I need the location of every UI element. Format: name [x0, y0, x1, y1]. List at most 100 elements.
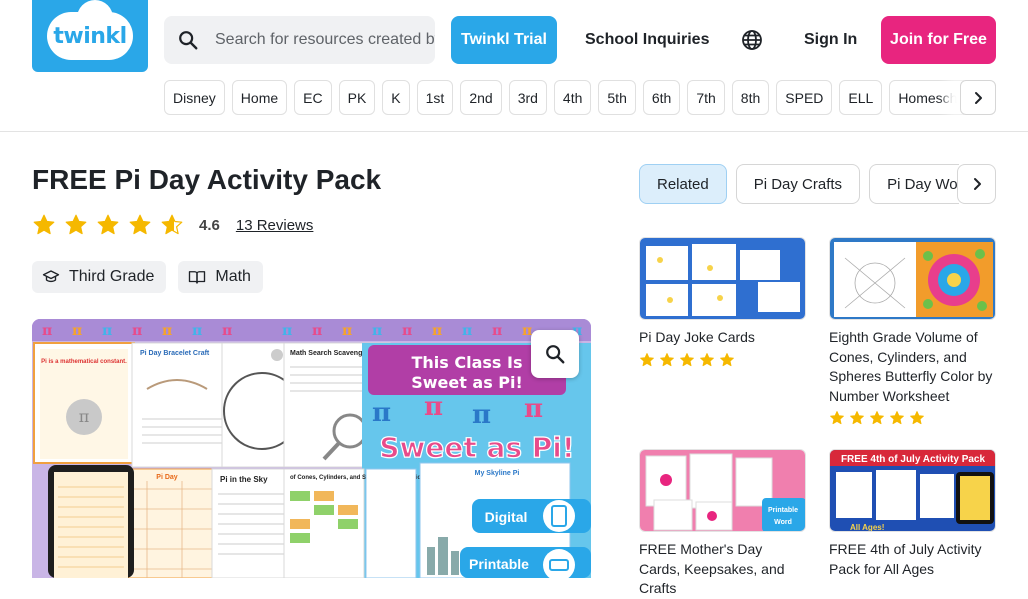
card-thumbnail[interactable]: FREE 4th of July Activity Pack All Ages!: [829, 449, 996, 532]
star-icon: [640, 352, 654, 366]
star-icon: [680, 352, 694, 366]
svg-text:π: π: [492, 323, 502, 339]
card-title[interactable]: FREE 4th of July Activity Pack for All A…: [829, 540, 996, 579]
resource-preview-image[interactable]: πππππππππππππππππ Pi is a mathematical c…: [32, 319, 591, 578]
category-chip[interactable]: 8th: [731, 80, 770, 115]
book-icon: [189, 271, 206, 284]
svg-text:π: π: [192, 323, 202, 339]
category-chip[interactable]: 1st: [416, 80, 454, 115]
star-icon: [890, 411, 904, 425]
svg-text:π: π: [42, 323, 52, 339]
star-icon: [33, 214, 55, 235]
tag-third-grade[interactable]: Third Grade: [32, 261, 167, 293]
search-bar[interactable]: [164, 16, 435, 64]
category-chip[interactable]: Home: [231, 80, 288, 115]
related-card[interactable]: Printable Word FREE Mother's Day Cards, …: [639, 449, 806, 599]
skyline-title: My Skyline Pi: [475, 470, 520, 477]
card-banner-text: FREE 4th of July Activity Pack: [841, 454, 986, 465]
svg-text:π: π: [342, 323, 352, 339]
svg-text:π: π: [372, 398, 391, 428]
category-chip[interactable]: SPED: [776, 80, 833, 115]
svg-text:π: π: [402, 323, 412, 339]
search-input[interactable]: [215, 31, 435, 49]
card-stars: [639, 352, 806, 368]
chevron-right-icon[interactable]: [957, 164, 996, 204]
sign-in-link[interactable]: Sign In: [795, 16, 866, 64]
logo-text: twinkl: [53, 23, 127, 49]
rating-row: 4.6 13 Reviews: [32, 210, 313, 240]
svg-text:π: π: [462, 323, 472, 339]
card-thumbnail[interactable]: [639, 237, 806, 320]
category-chip[interactable]: 2nd: [460, 80, 502, 115]
sky-title: Pi in the Sky: [220, 475, 268, 484]
category-chip[interactable]: 4th: [553, 80, 592, 115]
tab-pi-day-worksheets[interactable]: Pi Day Worksheets: [869, 164, 959, 204]
card-thumbnail[interactable]: Printable Word: [639, 449, 806, 532]
school-inquiries-link[interactable]: School Inquiries: [572, 16, 722, 64]
banner-line-2: Sweet as Pi!: [411, 373, 523, 392]
reviews-link[interactable]: 13 Reviews: [236, 217, 314, 234]
star-icon: [850, 411, 864, 425]
star-icon: [720, 352, 734, 366]
join-for-free-button[interactable]: Join for Free: [881, 16, 996, 64]
category-chip[interactable]: EC: [294, 80, 332, 115]
globe-icon[interactable]: [732, 16, 772, 64]
category-chip[interactable]: Homeschool: [889, 80, 964, 115]
category-chip[interactable]: 6th: [642, 80, 681, 115]
svg-text:π: π: [102, 323, 112, 339]
category-chip[interactable]: ELL: [839, 80, 883, 115]
sweet-as-pi-text: Sweet as Pi!: [379, 431, 574, 464]
svg-text:π: π: [72, 323, 82, 339]
tag-label: Third Grade: [69, 268, 155, 285]
card-printable-badge: Printable: [768, 507, 798, 514]
zoom-button[interactable]: [531, 330, 579, 378]
star-icon: [830, 411, 844, 425]
svg-text:π: π: [282, 323, 292, 339]
svg-text:π: π: [222, 323, 232, 339]
svg-text:π: π: [312, 323, 322, 339]
rating-value: 4.6: [199, 216, 220, 234]
related-card[interactable]: Eighth Grade Volume of Cones, Cylinders,…: [829, 237, 996, 426]
card-title[interactable]: Eighth Grade Volume of Cones, Cylinders,…: [829, 328, 996, 406]
category-chip[interactable]: PK: [338, 80, 376, 115]
svg-text:π: π: [524, 394, 543, 424]
star-icon: [870, 411, 884, 425]
resource-tags: Third Grade Math: [32, 261, 263, 293]
site-header: twinkl Twinkl Trial School Inquiries Sig…: [0, 0, 1028, 132]
tab-related[interactable]: Related: [639, 164, 727, 204]
star-icon: [65, 214, 87, 235]
svg-text:π: π: [472, 400, 491, 430]
category-chip[interactable]: Disney: [164, 80, 225, 115]
card-title[interactable]: FREE Mother's Day Cards, Keepsakes, and …: [639, 540, 806, 599]
search-icon[interactable]: [164, 16, 212, 64]
star-icon: [910, 411, 924, 425]
twinkl-trial-button[interactable]: Twinkl Trial: [451, 16, 557, 64]
graduation-cap-icon: [42, 270, 60, 283]
bracelet-title: Pi Day Bracelet Craft: [140, 350, 210, 357]
svg-text:π: π: [79, 407, 90, 426]
card-word-badge: Word: [774, 519, 792, 526]
tag-math[interactable]: Math: [178, 261, 263, 293]
twinkl-logo[interactable]: twinkl: [32, 0, 148, 72]
related-card[interactable]: Pi Day Joke Cards: [639, 237, 806, 368]
wordsearch-title: Pi Day: [156, 474, 178, 481]
svg-text:π: π: [162, 323, 172, 339]
logo-cloud: twinkl: [47, 0, 133, 60]
category-chip[interactable]: 3rd: [508, 80, 547, 115]
digital-badge: Digital: [485, 509, 528, 525]
card-thumbnail[interactable]: [829, 237, 996, 320]
category-chips: Disney Home EC PK K 1st 2nd 3rd 4th 5th 6th 7th 8th S…: [164, 80, 964, 116]
related-card[interactable]: FREE 4th of July Activity Pack All Ages!…: [829, 449, 996, 579]
tab-pi-day-crafts[interactable]: Pi Day Crafts: [735, 164, 861, 204]
card-title[interactable]: Pi Day Joke Cards: [639, 328, 806, 348]
star-icon: [660, 352, 674, 366]
card-stars: [829, 410, 996, 426]
star-icon: [129, 214, 151, 235]
chevron-right-icon[interactable]: [960, 80, 996, 115]
category-chip[interactable]: 5th: [598, 80, 636, 115]
category-chip[interactable]: 7th: [687, 80, 725, 115]
rating-stars: [32, 213, 184, 237]
category-chip[interactable]: K: [382, 80, 410, 115]
resource-title: FREE Pi Day Activity Pack: [32, 164, 382, 195]
related-tabs: RelatedPi Day CraftsPi Day Worksheets: [639, 164, 959, 206]
